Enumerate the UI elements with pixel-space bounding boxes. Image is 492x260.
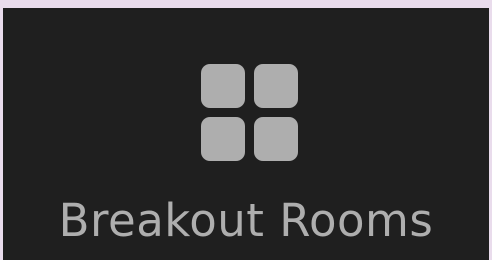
grid-tile-bottom-right (254, 117, 298, 161)
grid-tile-top-right (254, 64, 298, 108)
grid-tile-bottom-left (201, 117, 245, 161)
breakout-rooms-grid-icon (201, 64, 298, 161)
breakout-rooms-button[interactable]: Breakout Rooms (3, 8, 489, 260)
breakout-rooms-label: Breakout Rooms (58, 194, 434, 247)
grid-tile-top-left (201, 64, 245, 108)
